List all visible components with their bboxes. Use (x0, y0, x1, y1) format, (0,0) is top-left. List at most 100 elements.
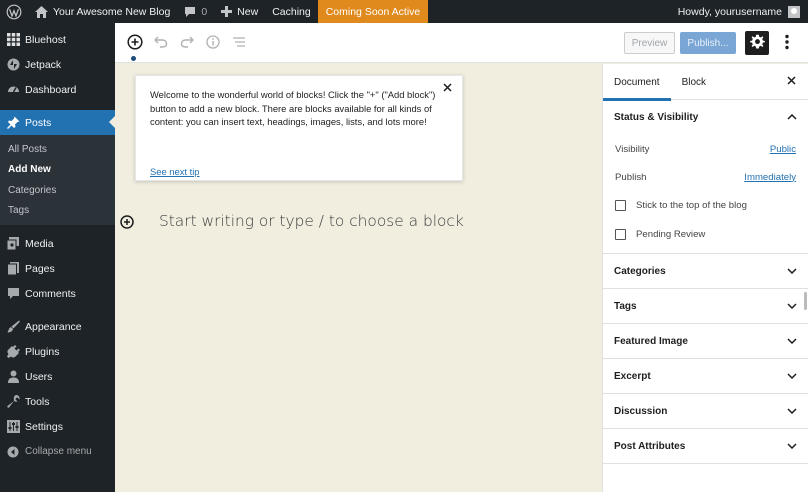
more-options-button[interactable] (779, 33, 795, 53)
chevron-down-icon (787, 371, 797, 382)
plus-icon (221, 6, 233, 17)
sidebar-item-label: Settings (25, 420, 63, 433)
sidebar-item-pages[interactable]: Pages (0, 256, 115, 281)
comments-link[interactable]: 0 (177, 0, 214, 23)
pages-icon (6, 262, 20, 276)
my-account-link[interactable]: Howdy, yourusername (671, 0, 808, 23)
sidebar-item-settings[interactable]: Settings (0, 414, 115, 439)
panel-status-visibility-toggle[interactable]: Status & Visibility (603, 100, 808, 135)
panel-title: Categories (614, 265, 666, 277)
block-placeholder-text[interactable]: Start writing or type / to choose a bloc… (159, 212, 464, 230)
pending-review-checkbox[interactable] (615, 229, 626, 240)
panel-tags-toggle[interactable]: Tags (603, 289, 808, 324)
panel-excerpt-toggle[interactable]: Excerpt (603, 359, 808, 394)
preview-button[interactable]: Preview (624, 32, 675, 54)
close-settings-button[interactable] (784, 75, 798, 89)
chevron-down-icon (787, 336, 797, 347)
stick-to-top-option[interactable]: Stick to the top of the blog (603, 191, 808, 220)
undo-button[interactable] (151, 33, 171, 53)
plus-circle-icon (120, 215, 134, 232)
stick-to-top-checkbox[interactable] (615, 200, 626, 211)
publish-button[interactable]: Publish... (680, 32, 736, 54)
sidebar-item-plugins[interactable]: Plugins (0, 339, 115, 364)
tab-block[interactable]: Block (671, 64, 717, 100)
sidebar-item-label: Media (25, 237, 54, 250)
pushpin-icon (6, 116, 20, 130)
sidebar-item-media[interactable]: Media (0, 231, 115, 256)
tip-text: Welcome to the wonderful world of blocks… (150, 89, 436, 128)
plus-circle-icon (127, 33, 143, 53)
sidebar-item-label: Dashboard (25, 83, 77, 96)
welcome-tip-popover: Welcome to the wonderful world of blocks… (135, 75, 463, 181)
coming-soon-badge[interactable]: Coming Soon Active (317, 0, 429, 23)
collapse-menu-button[interactable]: Collapse menu (0, 439, 115, 464)
tip-close-button[interactable] (440, 82, 454, 96)
submenu-item-categories[interactable]: Categories (0, 180, 115, 201)
chevron-down-icon (787, 406, 797, 417)
panel-title: Featured Image (614, 335, 688, 347)
howdy-text: Howdy, yourusername (677, 5, 782, 18)
publish-row: Publish Immediately (603, 163, 808, 191)
stick-to-top-label: Stick to the top of the blog (636, 200, 747, 211)
sidebar-item-appearance[interactable]: Appearance (0, 314, 115, 339)
sidebar-item-label: Tools (25, 395, 50, 408)
pending-review-label: Pending Review (636, 229, 706, 240)
coming-soon-label: Coming Soon Active (325, 5, 421, 18)
plug-icon (6, 345, 20, 359)
visibility-label: Visibility (615, 143, 650, 155)
sidebar-item-dashboard[interactable]: Dashboard (0, 77, 115, 102)
submenu-item-all-posts[interactable]: All Posts (0, 139, 115, 160)
site-name-text: Your Awesome New Blog (53, 5, 171, 18)
comments-count: 0 (201, 5, 208, 18)
sidebar-item-users[interactable]: Users (0, 364, 115, 389)
content-info-button[interactable] (203, 33, 223, 53)
see-next-tip-link[interactable]: See next tip (150, 166, 200, 177)
sidebar-scrollbar[interactable] (804, 292, 807, 310)
chevron-up-icon (787, 112, 797, 123)
panel-discussion-toggle[interactable]: Discussion (603, 394, 808, 429)
wordpress-logo-icon[interactable] (0, 0, 28, 23)
submenu-item-tags[interactable]: Tags (0, 201, 115, 222)
panel-title: Excerpt (614, 370, 651, 382)
chevron-down-icon (787, 266, 797, 277)
sidebar-item-jetpack[interactable]: Jetpack (0, 52, 115, 77)
settings-toggle-button[interactable] (745, 31, 769, 55)
panel-post-attributes-toggle[interactable]: Post Attributes (603, 429, 808, 464)
panel-featured-image-toggle[interactable]: Featured Image (603, 324, 808, 359)
comment-bubble-icon (184, 6, 196, 18)
panel-categories-toggle[interactable]: Categories (603, 254, 808, 289)
gear-icon (749, 34, 765, 52)
publish-label: Publish (615, 171, 647, 183)
tab-document[interactable]: Document (603, 64, 671, 101)
visibility-value-link[interactable]: Public (770, 144, 796, 155)
sidebar-item-bluehost[interactable]: Bluehost (0, 27, 115, 52)
collapse-menu-label: Collapse menu (25, 446, 92, 457)
sidebar-item-label: Users (25, 370, 53, 383)
posts-submenu: All Posts Add New Categories Tags (0, 135, 115, 225)
undo-icon (154, 36, 168, 51)
sidebar-item-tools[interactable]: Tools (0, 389, 115, 414)
sidebar-item-comments[interactable]: Comments (0, 281, 115, 306)
new-content-link[interactable]: New (214, 0, 265, 23)
sidebar-tabs: Document Block (603, 64, 808, 101)
sidebar-item-posts[interactable]: Posts (0, 110, 115, 135)
submenu-item-add-new[interactable]: Add New (0, 160, 115, 181)
editor-toolbar: Preview Publish... (115, 23, 808, 63)
pending-review-option[interactable]: Pending Review (603, 220, 808, 249)
admin-sidebar: Bluehost Jetpack Dashboard Posts All Pos… (0, 23, 115, 492)
caching-label: Caching (272, 5, 311, 18)
new-label: New (237, 5, 259, 18)
redo-button[interactable] (177, 33, 197, 53)
sidebar-item-label: Jetpack (25, 58, 62, 71)
inline-add-block-button[interactable] (120, 215, 134, 229)
close-icon (442, 83, 452, 95)
wrench-icon (6, 395, 20, 409)
block-navigation-button[interactable] (229, 33, 249, 53)
caching-link[interactable]: Caching (265, 0, 318, 23)
editor-canvas[interactable]: Welcome to the wonderful world of blocks… (115, 64, 602, 492)
collapse-arrow-icon (6, 445, 20, 459)
add-block-button[interactable] (125, 33, 145, 53)
sidebar-item-label: Comments (25, 287, 76, 300)
site-name-link[interactable]: Your Awesome New Blog (28, 0, 177, 23)
publish-date-link[interactable]: Immediately (744, 172, 796, 183)
